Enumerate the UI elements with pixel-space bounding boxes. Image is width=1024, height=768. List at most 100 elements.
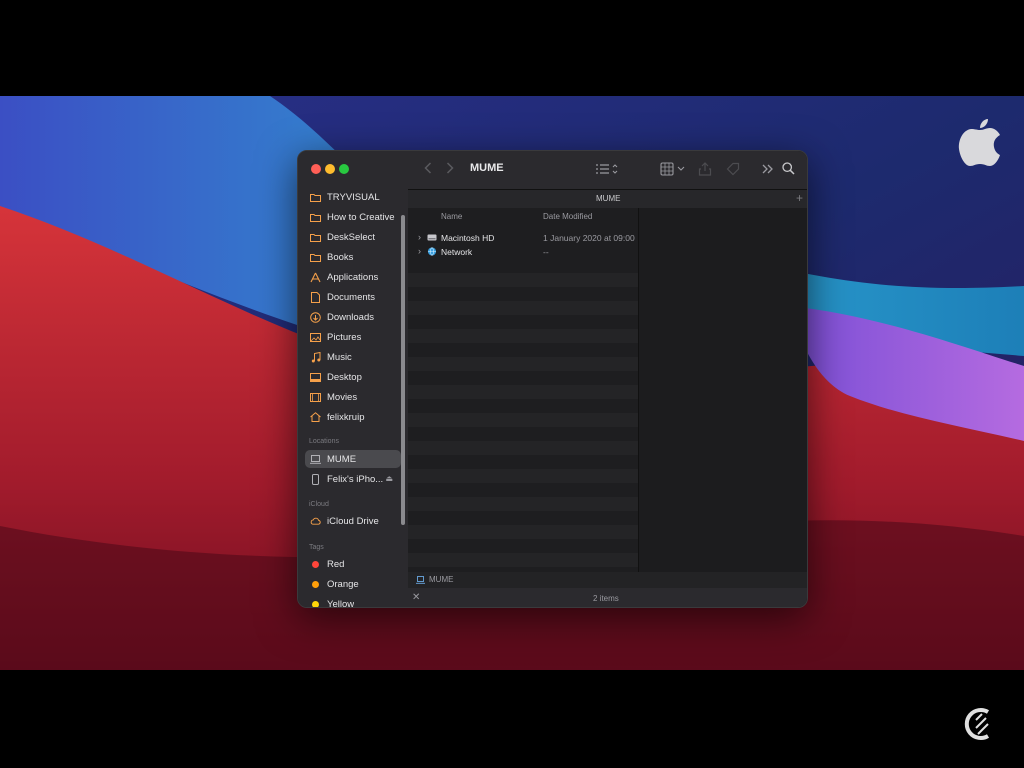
hard-drive-icon bbox=[427, 234, 437, 241]
sidebar-item-label: DeskSelect bbox=[327, 231, 376, 243]
disclosure-chevron-icon[interactable]: › bbox=[418, 246, 421, 256]
music-icon bbox=[310, 351, 321, 363]
item-count: 2 items bbox=[593, 594, 619, 603]
empty-row bbox=[408, 469, 638, 483]
column-header-name[interactable]: Name bbox=[441, 212, 462, 221]
sidebar-item-applications[interactable]: Applications bbox=[305, 268, 401, 286]
column-header-row: Name Date Modified bbox=[408, 208, 638, 228]
share-icon bbox=[698, 162, 712, 176]
sidebar-item-label: Documents bbox=[327, 291, 376, 303]
forward-button[interactable] bbox=[446, 162, 454, 174]
search-button[interactable] bbox=[782, 162, 795, 175]
tag-dot-icon bbox=[310, 599, 321, 607]
sidebar-item-deskselect[interactable]: DeskSelect bbox=[305, 228, 401, 246]
folder-icon bbox=[310, 252, 321, 263]
folder-icon bbox=[310, 232, 321, 243]
sidebar-item-downloads[interactable]: Downloads bbox=[305, 308, 401, 326]
empty-row bbox=[408, 525, 638, 539]
sidebar-item-label: iCloud Drive bbox=[327, 515, 379, 527]
finder-sidebar: TRYVISUAL How to Creative DeskSelect Boo… bbox=[298, 151, 408, 608]
sidebar-item-documents[interactable]: Documents bbox=[305, 288, 401, 306]
empty-column[interactable] bbox=[639, 208, 807, 572]
document-icon bbox=[310, 291, 321, 303]
letterbox-top bbox=[0, 0, 1024, 96]
sidebar-item-felix-iphone[interactable]: Felix's iPho... ⏏ bbox=[305, 470, 401, 488]
file-name: Macintosh HD bbox=[441, 233, 495, 243]
empty-row bbox=[408, 413, 638, 427]
sidebar-item-label: Pictures bbox=[327, 331, 362, 343]
sidebar-item-label: felixkruip bbox=[327, 411, 365, 423]
sidebar-item-label: How to Creative bbox=[327, 211, 395, 223]
network-icon bbox=[427, 247, 437, 256]
column-header-date[interactable]: Date Modified bbox=[543, 212, 592, 221]
file-date: -- bbox=[543, 247, 549, 257]
finder-window: TRYVISUAL How to Creative DeskSelect Boo… bbox=[297, 150, 808, 608]
sidebar-item-label: Yellow bbox=[327, 598, 355, 608]
sidebar-item-mume[interactable]: MUME bbox=[305, 450, 401, 468]
back-button[interactable] bbox=[424, 162, 432, 174]
empty-row bbox=[408, 497, 638, 511]
add-tab-icon[interactable]: + bbox=[796, 191, 803, 205]
sidebar-item-label: MUME bbox=[327, 453, 357, 465]
status-bar: ✕ 2 items bbox=[408, 588, 807, 607]
sidebar-item-tryvisual[interactable]: TRYVISUAL bbox=[305, 188, 401, 206]
file-name: Network bbox=[441, 247, 473, 257]
close-window-button[interactable] bbox=[311, 164, 321, 174]
path-bar-item[interactable]: MUME bbox=[429, 575, 453, 584]
sidebar-item-music[interactable]: Music bbox=[305, 348, 401, 366]
more-toolbar-button[interactable] bbox=[762, 163, 774, 175]
file-row-macintosh-hd[interactable]: › Macintosh HD 1 January 2020 at 09:00 bbox=[408, 231, 638, 245]
grid-icon bbox=[660, 162, 685, 176]
sidebar-item-label: Downloads bbox=[327, 311, 374, 323]
sidebar-item-books[interactable]: Books bbox=[305, 248, 401, 266]
list-view-icon bbox=[596, 164, 618, 174]
share-button[interactable] bbox=[698, 162, 712, 176]
sidebar-item-label: Red bbox=[327, 558, 345, 570]
laptop-icon bbox=[416, 576, 425, 584]
sidebar-tag-yellow[interactable]: Yellow bbox=[305, 595, 401, 608]
empty-row bbox=[408, 301, 638, 315]
chevron-left-icon bbox=[424, 162, 432, 174]
file-date: 1 January 2020 at 09:00 bbox=[543, 233, 635, 243]
tag-dot-icon bbox=[310, 559, 321, 570]
sidebar-item-desktop[interactable]: Desktop bbox=[305, 368, 401, 386]
letterbox-bottom bbox=[0, 670, 1024, 768]
chevron-right-icon bbox=[446, 162, 454, 174]
sidebar-item-label: Felix's iPho... bbox=[327, 473, 384, 485]
sidebar-tag-orange[interactable]: Orange bbox=[305, 575, 401, 593]
empty-row bbox=[408, 273, 638, 287]
file-row-network[interactable]: › Network -- bbox=[408, 245, 638, 259]
sidebar-item-felixkruip[interactable]: felixkruip bbox=[305, 408, 401, 426]
empty-row bbox=[408, 441, 638, 455]
sidebar-item-icloud-drive[interactable]: iCloud Drive bbox=[305, 512, 401, 530]
sidebar-header-tags: Tags bbox=[309, 544, 324, 551]
download-icon bbox=[310, 311, 321, 323]
sidebar-item-how-to-creative[interactable]: How to Creative bbox=[305, 208, 401, 226]
tag-button[interactable] bbox=[726, 162, 740, 176]
home-icon bbox=[310, 412, 321, 423]
sidebar-header-locations: Locations bbox=[309, 438, 339, 445]
column-title-bar: MUME + bbox=[408, 189, 807, 209]
disclosure-chevron-icon[interactable]: › bbox=[418, 232, 421, 242]
view-options-button[interactable] bbox=[596, 163, 620, 175]
empty-row bbox=[408, 553, 638, 567]
sidebar-toggle-icon[interactable]: ✕ bbox=[412, 592, 420, 603]
sidebar-item-movies[interactable]: Movies bbox=[305, 388, 401, 406]
applications-icon bbox=[310, 272, 321, 283]
sidebar-scrollbar[interactable] bbox=[401, 215, 405, 525]
minimize-window-button[interactable] bbox=[325, 164, 335, 174]
laptop-icon bbox=[310, 454, 321, 465]
sidebar-item-label: Desktop bbox=[327, 371, 362, 383]
double-chevron-icon bbox=[762, 164, 773, 174]
sidebar-item-label: Applications bbox=[327, 271, 379, 283]
zoom-window-button[interactable] bbox=[339, 164, 349, 174]
tag-icon bbox=[726, 162, 740, 176]
sidebar-item-pictures[interactable]: Pictures bbox=[305, 328, 401, 346]
sidebar-item-label: TRYVISUAL bbox=[327, 191, 380, 203]
eject-icon[interactable]: ⏏ bbox=[385, 474, 393, 483]
movies-icon bbox=[310, 392, 321, 403]
tag-dot-icon bbox=[310, 579, 321, 590]
group-button[interactable] bbox=[660, 162, 686, 176]
sidebar-item-label: Music bbox=[327, 351, 352, 363]
sidebar-tag-red[interactable]: Red bbox=[305, 555, 401, 573]
